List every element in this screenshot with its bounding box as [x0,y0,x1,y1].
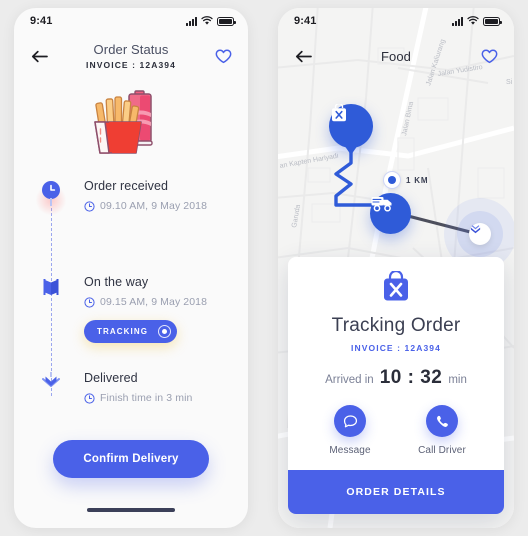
nav-center-right: Food [314,49,478,64]
tracking-card-eta: Arrived in 10 : 32 min [288,367,504,389]
order-details-button[interactable]: ORDER DETAILS [288,470,504,514]
timeline-step-body: On the way 09.15 AM, 9 May 2018 TRACKING [66,274,207,370]
confirm-delivery-button[interactable]: Confirm Delivery [53,440,209,478]
distance-label: 1 KM [406,175,429,185]
status-bar-left: 9:41 [14,8,248,34]
status-bar-time: 9:41 [30,15,53,27]
call-driver-action[interactable]: Call Driver [409,405,475,456]
status-bar-icons [452,16,502,26]
arrow-left-icon [31,50,48,62]
order-timeline: Order received 09.10 AM, 9 May 2018 On t… [14,168,248,418]
tracking-card-actions: Message Call Driver [288,405,504,470]
timeline-step-title: On the way [84,275,149,289]
clock-pin-icon [42,181,60,206]
message-bubble-icon [343,414,357,427]
message-action-circle [334,405,366,437]
clock-icon [84,200,95,212]
order-status-screen: 9:41 Order Status INVOICE : 12A394 Order… [14,8,248,528]
restaurant-marker[interactable] [329,104,373,148]
timeline-step-meta: 09.10 AM, 9 May 2018 [84,200,207,212]
tracking-card-icon-wrap [288,257,504,305]
favorite-button[interactable] [212,45,234,67]
timeline-step-title: Order received [84,179,169,193]
nav-bar-left: Order Status INVOICE : 12A394 [14,34,248,78]
tracking-badge[interactable]: TRACKING [84,320,178,343]
heart-outline-icon [481,49,497,63]
phone-icon [436,415,448,427]
tracking-order-card: Tracking Order INVOICE : 12A394 Arrived … [288,257,504,514]
radio-dot-icon [158,325,172,338]
battery-icon [217,17,236,26]
heart-outline-icon [215,49,231,63]
order-hero-illustration [14,78,248,168]
timeline-marker [36,274,66,370]
fries-and-soda-illustration [94,90,153,154]
battery-icon [483,17,502,26]
signal-bars-icon [186,17,197,26]
food-bag-icon [384,271,408,301]
status-bar-time: 9:41 [294,15,317,27]
nav-bar-right: Food [278,34,514,78]
courier-marker[interactable] [370,193,411,234]
eta-value: 10 : 32 [379,367,443,388]
destination-marker-icon [469,223,491,245]
message-action[interactable]: Message [317,405,383,456]
back-button[interactable] [292,45,314,67]
timeline-step-body: Delivered Finish time in 3 min [66,370,192,418]
wifi-icon [201,16,213,25]
timeline-step-order-received: Order received 09.10 AM, 9 May 2018 [14,178,248,274]
radio-dot-icon [383,171,401,189]
call-driver-action-circle [426,405,458,437]
tracking-card-title: Tracking Order [331,315,461,336]
timeline-marker [36,370,66,418]
tracking-map-screen: an Kapten Hariyadi Garuda Jalan Kaliuran… [278,8,514,528]
signal-bars-icon [452,17,463,26]
back-button[interactable] [28,45,50,67]
invoice-label: INVOICE : 12A394 [86,60,176,70]
timeline-step-meta: 09.15 AM, 9 May 2018 [84,296,207,308]
timeline-step-time: Finish time in 3 min [100,392,193,404]
delivered-chevron-icon [42,372,60,387]
food-bag-icon [332,104,346,122]
timeline-step-time: 09.15 AM, 9 May 2018 [100,296,208,308]
message-action-label: Message [329,445,371,456]
status-bar-right: 9:41 [278,8,514,34]
timeline-step-body: Order received 09.10 AM, 9 May 2018 [66,178,207,274]
status-bar-icons [186,16,236,26]
call-driver-action-label: Call Driver [418,445,466,456]
distance-chip: 1 KM [383,171,428,189]
clock-icon [84,392,95,404]
timeline-step-title: Delivered [84,371,138,385]
tracking-card-invoice: INVOICE : 12A394 [351,343,441,353]
screenshot-stage: 9:41 Order Status INVOICE : 12A394 Order… [0,0,528,536]
eta-prefix: Arrived in [325,374,374,386]
confirm-delivery-wrap: Confirm Delivery [14,440,248,478]
road-label: Si [506,79,513,86]
arrow-left-icon [295,50,312,62]
page-title: Order Status [93,42,169,57]
eta-suffix: min [448,374,467,386]
home-indicator [87,508,175,512]
timeline-marker [35,178,67,274]
timeline-step-meta: Finish time in 3 min [84,392,192,404]
clock-icon [84,296,95,308]
timeline-step-on-the-way: On the way 09.15 AM, 9 May 2018 TRACKING [14,274,248,370]
favorite-button[interactable] [478,45,500,67]
nav-center-left: Order Status INVOICE : 12A394 [50,42,212,70]
map-pin-icon [43,279,59,295]
delivery-truck-icon [371,197,392,212]
page-title: Food [380,48,412,64]
timeline-step-delivered: Delivered Finish time in 3 min [14,370,248,418]
tracking-badge-label: TRACKING [97,327,149,336]
timeline-step-time: 09.10 AM, 9 May 2018 [100,200,208,212]
wifi-icon [467,16,479,25]
